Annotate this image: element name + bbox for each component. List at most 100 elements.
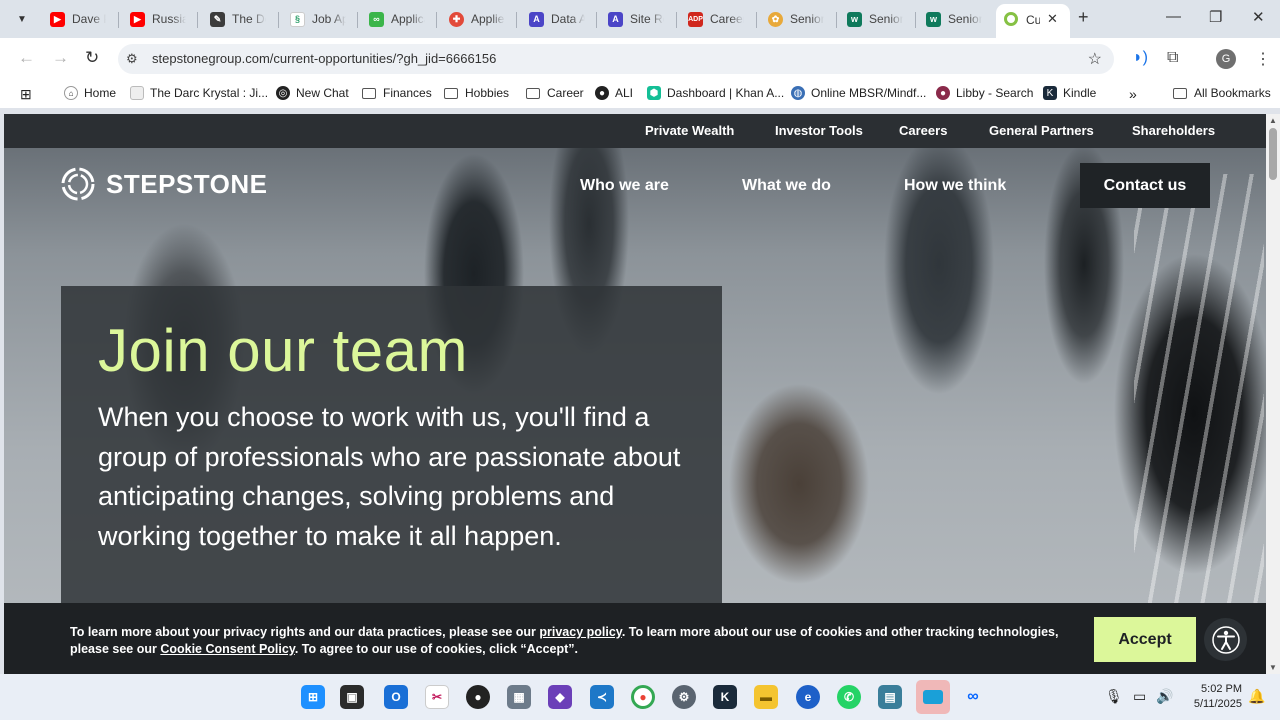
- site-settings-icon[interactable]: ⚙: [126, 51, 138, 67]
- tab-separator: [436, 12, 437, 28]
- tab-8[interactable]: A Site Re: [608, 6, 664, 32]
- bookmark-libby[interactable]: ● Libby - Search: [936, 86, 1033, 100]
- tab-6[interactable]: ✚ Applie: [449, 6, 505, 32]
- game-icon[interactable]: ●: [466, 685, 490, 709]
- terminal-icon[interactable]: ▤: [878, 685, 902, 709]
- obsidian-icon[interactable]: ◆: [548, 685, 572, 709]
- meta-icon[interactable]: ∞: [961, 685, 985, 709]
- bookmark-ali[interactable]: ● ALI: [595, 86, 633, 100]
- nav-what-we-do[interactable]: What we do: [742, 177, 831, 195]
- url-text[interactable]: stepstonegroup.com/current-opportunities…: [152, 51, 496, 66]
- utility-link-private-wealth[interactable]: Private Wealth: [645, 123, 734, 138]
- outlook-icon[interactable]: O: [384, 685, 408, 709]
- tab-separator: [596, 12, 597, 28]
- page-scrollbar[interactable]: ▲ ▼: [1266, 114, 1280, 674]
- folder-icon: [444, 87, 458, 99]
- forward-icon[interactable]: →: [52, 48, 69, 68]
- bookmark-khan-academy[interactable]: ⬢ Dashboard | Khan A...: [647, 86, 784, 100]
- contact-us-button[interactable]: Contact us: [1080, 163, 1210, 208]
- kindle-icon[interactable]: K: [713, 685, 737, 709]
- tab-11[interactable]: w Senior: [847, 6, 903, 32]
- bookmark-new-chat[interactable]: ◎ New Chat: [276, 86, 349, 100]
- chrome-icon[interactable]: ●: [631, 685, 655, 709]
- browser-tab-strip: ▼ ▶ Dave P ▶ Russia ✎ The De § Job Ap ∞ …: [0, 0, 1280, 38]
- tab-separator: [197, 12, 198, 28]
- minimize-icon[interactable]: —: [1166, 8, 1181, 25]
- bookmark-home[interactable]: ⌂ Home: [64, 86, 116, 100]
- bookmark-folder-career[interactable]: Career: [526, 86, 584, 100]
- tab-search-button[interactable]: ▼: [10, 8, 34, 30]
- youtube-icon: ▶: [50, 11, 65, 27]
- tab-separator: [676, 12, 677, 28]
- utility-nav: Private Wealth Investor Tools Careers Ge…: [4, 114, 1266, 148]
- more-bookmarks-icon[interactable]: »: [1129, 86, 1137, 102]
- close-window-icon[interactable]: ✕: [1252, 8, 1265, 26]
- back-icon[interactable]: ←: [18, 48, 35, 68]
- apps-grid-icon[interactable]: ⊞: [20, 86, 32, 103]
- snipping-tool-icon[interactable]: ✂: [425, 685, 449, 709]
- settings-gear-icon[interactable]: ⚙: [672, 685, 696, 709]
- bookmark-mbsr[interactable]: ◍ Online MBSR/Mindf...: [791, 86, 926, 100]
- bookmark-darc-krystal[interactable]: The Darc Krystal : Ji...: [130, 86, 268, 100]
- scroll-down-icon[interactable]: ▼: [1269, 663, 1277, 672]
- task-view-icon[interactable]: ▣: [340, 685, 364, 709]
- tab-12[interactable]: w Senior: [926, 6, 982, 32]
- menu-kebab-icon[interactable]: ⋮: [1255, 49, 1271, 69]
- tab-9[interactable]: ADP Career: [688, 6, 744, 32]
- new-tab-button[interactable]: +: [1078, 7, 1089, 28]
- vscode-icon[interactable]: ≺: [590, 685, 614, 709]
- network-icon[interactable]: ▭: [1133, 688, 1146, 705]
- hero-card: Join our team When you choose to work wi…: [61, 286, 722, 616]
- reload-icon[interactable]: ↻: [85, 48, 99, 68]
- khan-icon: ⬢: [647, 86, 661, 100]
- tab-active[interactable]: Cu ✕: [996, 4, 1070, 38]
- profile-avatar[interactable]: G: [1216, 49, 1236, 69]
- edge-browser-icon[interactable]: e: [796, 685, 820, 709]
- address-bar[interactable]: ⚙ stepstonegroup.com/current-opportuniti…: [118, 44, 1114, 74]
- extensions-icon[interactable]: ⧉: [1167, 49, 1178, 67]
- nav-who-we-are[interactable]: Who we are: [580, 177, 669, 195]
- restore-icon[interactable]: ❐: [1209, 8, 1222, 26]
- tab-3[interactable]: ✎ The De: [210, 6, 266, 32]
- bookmark-folder-finances[interactable]: Finances: [362, 86, 432, 100]
- nav-how-we-think[interactable]: How we think: [904, 177, 1006, 195]
- tab-separator: [836, 12, 837, 28]
- file-explorer-icon[interactable]: ▬: [754, 685, 778, 709]
- calculator-icon[interactable]: ▦: [507, 685, 531, 709]
- utility-link-general-partners[interactable]: General Partners: [989, 123, 1094, 138]
- microphone-icon[interactable]: 🎙: [1105, 688, 1123, 705]
- accessibility-button[interactable]: [1204, 618, 1247, 661]
- bookmark-star-icon[interactable]: ☆: [1088, 49, 1102, 69]
- tab-5[interactable]: ∞ Applica: [369, 6, 425, 32]
- tab-separator: [278, 12, 279, 28]
- youtube-icon: ▶: [130, 11, 145, 27]
- whatsapp-icon[interactable]: ✆: [837, 685, 861, 709]
- all-bookmarks-folder[interactable]: All Bookmarks: [1173, 86, 1271, 100]
- utility-link-investor-tools[interactable]: Investor Tools: [775, 123, 863, 138]
- bookmark-folder-hobbies[interactable]: Hobbies: [444, 86, 509, 100]
- tab-1[interactable]: ▶ Dave P: [50, 6, 106, 32]
- utility-link-shareholders[interactable]: Shareholders: [1132, 123, 1215, 138]
- windows-start-icon[interactable]: ⊞: [301, 685, 325, 709]
- utility-link-careers[interactable]: Careers: [899, 123, 947, 138]
- accept-cookies-button[interactable]: Accept: [1094, 617, 1196, 662]
- scroll-up-icon[interactable]: ▲: [1269, 116, 1277, 125]
- volume-icon[interactable]: 🔊: [1156, 688, 1173, 705]
- tab-separator: [915, 12, 916, 28]
- scrollbar-thumb[interactable]: [1269, 128, 1277, 180]
- recording-app-icon[interactable]: [916, 680, 950, 714]
- tab-10[interactable]: ✿ Senior: [768, 6, 824, 32]
- bookmark-kindle[interactable]: K Kindle: [1043, 86, 1096, 100]
- stepstone-logo[interactable]: STEPSTONE: [60, 166, 268, 202]
- close-tab-icon[interactable]: ✕: [1047, 11, 1058, 27]
- privacy-policy-link[interactable]: privacy policy: [539, 625, 621, 639]
- tab-separator: [357, 12, 358, 28]
- home-icon: ⌂: [64, 86, 78, 100]
- tab-7[interactable]: A Data A: [529, 6, 585, 32]
- notifications-icon[interactable]: 🔔: [1248, 688, 1265, 705]
- tab-4[interactable]: § Job Ap: [290, 6, 346, 32]
- read-aloud-icon[interactable]: ◗): [1133, 49, 1148, 67]
- cookie-consent-policy-link[interactable]: Cookie Consent Policy: [160, 642, 295, 656]
- tab-2[interactable]: ▶ Russia: [130, 6, 186, 32]
- system-clock[interactable]: 5:02 PM 5/11/2025: [1184, 682, 1242, 712]
